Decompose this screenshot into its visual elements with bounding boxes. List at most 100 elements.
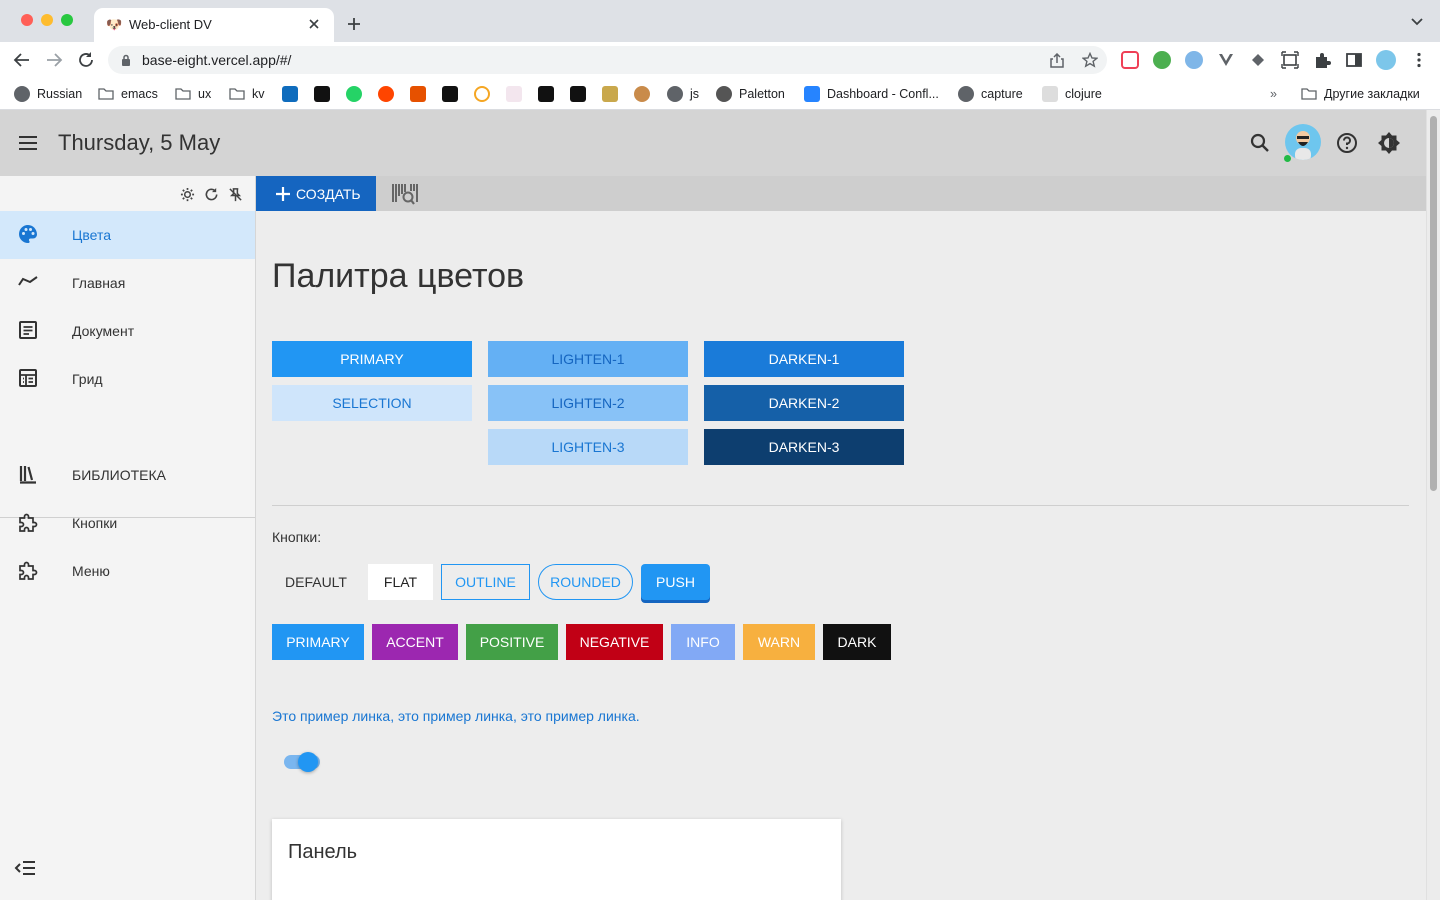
sidebar-item-library[interactable]: БИБЛИОТЕКА [0, 451, 255, 499]
url-text: base-eight.vercel.app/#/ [142, 52, 292, 68]
bookmark-russian[interactable]: Russian [14, 84, 82, 104]
negative-button[interactable]: NEGATIVE [566, 624, 663, 660]
extension-icon[interactable] [1153, 51, 1171, 69]
bookmarks-overflow-button[interactable]: » [1270, 84, 1277, 104]
sidebar: Цвета Главная Документ Грид БИБЛИОТЕКА К… [0, 176, 256, 900]
accent-button[interactable]: ACCENT [372, 624, 458, 660]
palette-darken-1-swatch: DARKEN-1 [704, 341, 904, 377]
confluence-icon [804, 86, 820, 102]
forward-icon[interactable] [45, 51, 63, 69]
sidebar-item-buttons[interactable]: Кнопки [0, 499, 255, 547]
bookmark-dashboard[interactable]: Dashboard - Confl... [804, 84, 939, 104]
palette-lighten-2-swatch: LIGHTEN-2 [488, 385, 688, 421]
bookmark-label: Dashboard - Confl... [827, 87, 939, 101]
share-icon[interactable] [1050, 53, 1064, 68]
puzzle-extensions-icon[interactable] [1313, 51, 1331, 69]
sidebar-item-grid[interactable]: Грид [0, 355, 255, 403]
sidebar-item-label: Меню [72, 563, 110, 579]
bookmark-icon[interactable] [602, 86, 618, 102]
bookmark-clojure[interactable]: clojure [1042, 84, 1102, 104]
warn-button[interactable]: WARN [743, 624, 815, 660]
sidebar-item-label: Документ [72, 323, 135, 339]
reddit-bookmark-icon[interactable] [378, 86, 394, 102]
panel-card: Панель [272, 819, 841, 900]
tab-close-icon[interactable] [308, 18, 320, 30]
unpin-icon[interactable] [228, 187, 243, 202]
star-icon[interactable] [1082, 52, 1098, 68]
barcode-search-icon[interactable] [391, 182, 419, 206]
reload-icon[interactable] [77, 51, 95, 69]
compass-extension-icon[interactable] [1185, 51, 1203, 69]
toggle-switch[interactable] [284, 752, 320, 772]
dark-button[interactable]: DARK [823, 624, 891, 660]
bookmark-folder-kv[interactable]: kv [229, 84, 265, 104]
collapse-sidebar-icon[interactable] [14, 860, 36, 876]
new-tab-icon[interactable] [346, 16, 362, 32]
window-close-button[interactable] [21, 14, 33, 26]
document-icon [18, 320, 38, 340]
outline-button[interactable]: OUTLINE [441, 564, 530, 600]
page-scrollbar[interactable] [1426, 110, 1440, 900]
search-icon[interactable] [1250, 133, 1270, 153]
default-button[interactable]: DEFAULT [272, 564, 360, 600]
back-icon[interactable] [13, 51, 31, 69]
bookmark-js[interactable]: js [667, 84, 699, 104]
profile-avatar[interactable] [1376, 50, 1396, 70]
folder-icon [98, 86, 114, 102]
primary-button[interactable]: PRIMARY [272, 624, 364, 660]
browser-tab[interactable]: 🐶 Web-client DV [94, 8, 334, 42]
hamburger-menu-icon[interactable] [18, 135, 38, 151]
buttons-section-label: Кнопки: [272, 529, 322, 545]
positive-button[interactable]: POSITIVE [466, 624, 558, 660]
sidebar-item-document[interactable]: Документ [0, 307, 255, 355]
vue-extension-icon[interactable] [1217, 51, 1235, 69]
bookmark-icon[interactable] [506, 86, 522, 102]
share-bookmark-icon[interactable] [474, 86, 490, 102]
more-vert-icon[interactable] [1410, 51, 1428, 69]
extension-icon[interactable] [1249, 51, 1267, 69]
settings-gear-icon[interactable] [180, 187, 195, 202]
bookmark-label: kv [252, 87, 265, 101]
window-zoom-button[interactable] [61, 14, 73, 26]
brightness-theme-icon[interactable] [1377, 131, 1401, 155]
chevron-down-icon[interactable] [1411, 18, 1423, 26]
push-button[interactable]: PUSH [641, 564, 710, 600]
terminal-bookmark-icon[interactable] [442, 86, 458, 102]
whatsapp-bookmark-icon[interactable] [346, 86, 362, 102]
page-title: Thursday, 5 May [58, 130, 221, 155]
bookmark-label: ux [198, 87, 212, 101]
bookmark-paletton[interactable]: Paletton [716, 84, 785, 104]
action-toolbar: СОЗДАТЬ [256, 176, 1426, 211]
help-icon[interactable] [1336, 132, 1358, 154]
sidebar-item-menu[interactable]: Меню [0, 547, 255, 595]
bookmark-capture[interactable]: capture [958, 84, 1023, 104]
palette-lighten-3-swatch: LIGHTEN-3 [488, 429, 688, 465]
browser-tab-strip: 🐶 Web-client DV [0, 0, 1440, 42]
bookmarks-bar: Russian emacs ux kv js Paletton Dashboar… [0, 78, 1440, 110]
outlook-bookmark-icon[interactable] [282, 86, 298, 102]
sidebar-item-colors[interactable]: Цвета [0, 211, 255, 259]
address-bar[interactable]: base-eight.vercel.app/#/ [108, 46, 1107, 74]
pocket-extension-icon[interactable] [1121, 51, 1139, 69]
screenshot-icon[interactable] [1281, 51, 1299, 69]
bookmark-folder-emacs[interactable]: emacs [98, 84, 158, 104]
info-button[interactable]: INFO [671, 624, 735, 660]
flat-button[interactable]: FLAT [368, 564, 433, 600]
main-content: Палитра цветов PRIMARY SELECTION LIGHTEN… [256, 211, 1426, 900]
codepen-bookmark-icon[interactable] [314, 86, 330, 102]
window-minimize-button[interactable] [41, 14, 53, 26]
side-panel-icon[interactable] [1345, 51, 1363, 69]
dog-bookmark-icon[interactable] [634, 86, 650, 102]
bookmark-folder-ux[interactable]: ux [175, 84, 211, 104]
bookmark-icon[interactable] [410, 86, 426, 102]
create-button[interactable]: СОЗДАТЬ [256, 176, 376, 211]
rounded-button[interactable]: ROUNDED [538, 564, 633, 600]
scrollbar-thumb[interactable] [1430, 116, 1437, 491]
folder-icon [175, 86, 191, 102]
dailymotion-bookmark-icon[interactable] [570, 86, 586, 102]
sidebar-item-home[interactable]: Главная [0, 259, 255, 307]
other-bookmarks-folder[interactable]: Другие закладки [1301, 84, 1420, 104]
medium-bookmark-icon[interactable] [538, 86, 554, 102]
example-link[interactable]: Это пример линка, это пример линка, это … [272, 708, 640, 724]
refresh-icon[interactable] [204, 187, 219, 202]
